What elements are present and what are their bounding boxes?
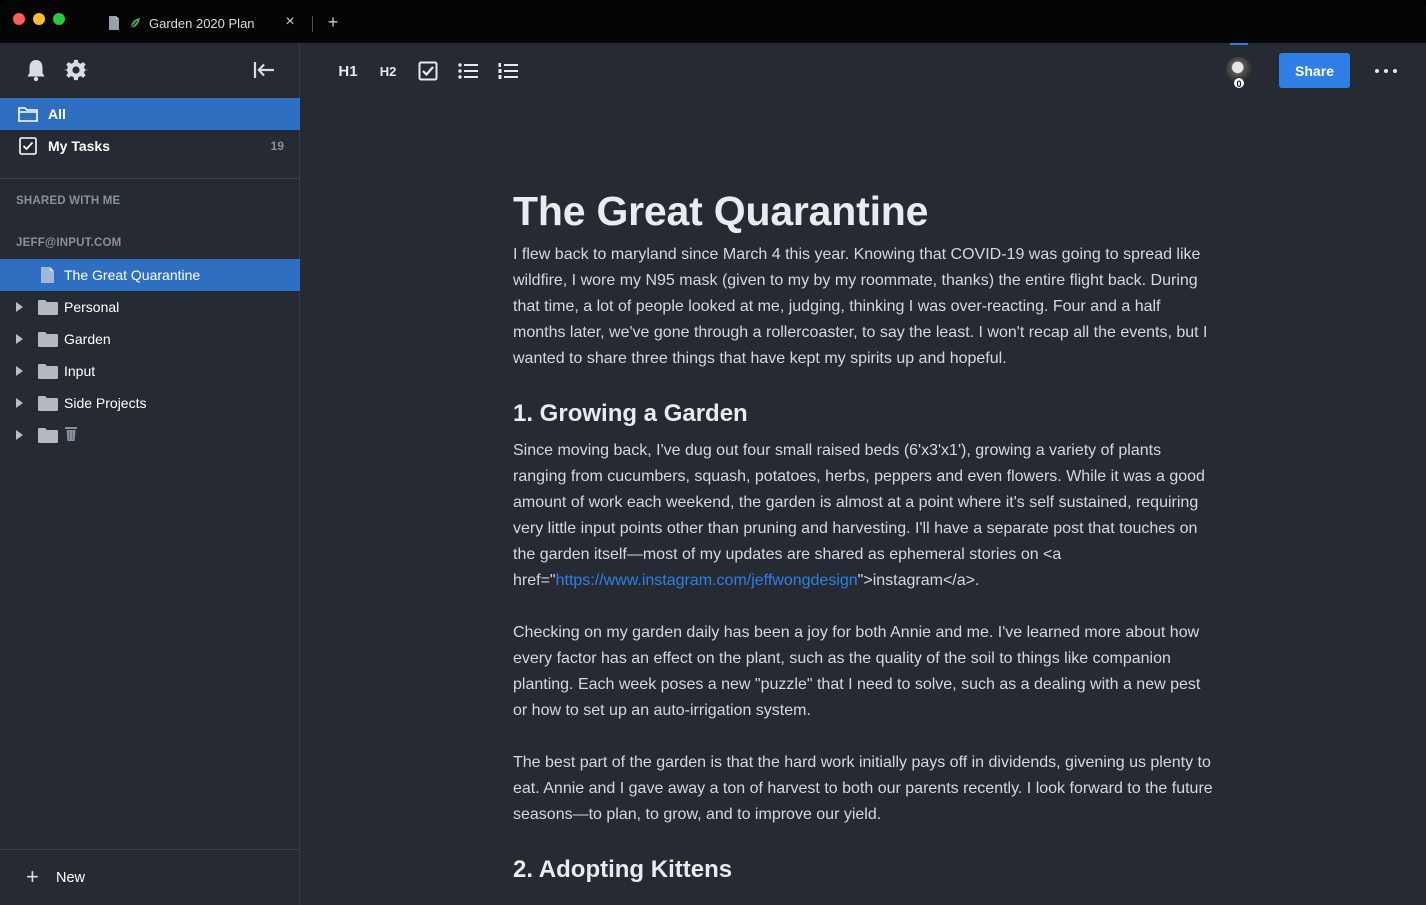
folder-icon — [38, 364, 58, 379]
more-icon-dot — [1375, 69, 1379, 73]
close-window-button[interactable] — [13, 13, 25, 25]
avatar-count-badge: 0 — [1233, 77, 1245, 89]
folder-icon — [38, 396, 58, 411]
checkbox-icon — [19, 137, 37, 155]
tree-item-label: Personal — [64, 299, 120, 315]
bell-icon[interactable] — [25, 58, 47, 82]
checklist-icon — [418, 61, 438, 81]
gear-icon[interactable] — [64, 58, 88, 82]
bullet-list-button[interactable] — [457, 59, 479, 83]
sidebar-divider — [0, 178, 300, 179]
new-tab-button[interactable]: + — [324, 12, 342, 32]
bullet-list-icon — [458, 63, 478, 79]
sidebar-item-my-tasks[interactable]: My Tasks 19 — [0, 130, 300, 162]
tab-garden-2020-plan[interactable]: Garden 2020 Plan × — [98, 8, 304, 38]
more-icon-dot — [1393, 69, 1397, 73]
paragraph-text: Since moving back, I've dug out four sma… — [513, 442, 1205, 589]
sidebar-bottom-divider — [0, 849, 300, 850]
tab-title: Garden 2020 Plan — [149, 15, 255, 31]
document-title[interactable]: The Great Quarantine — [513, 185, 1215, 237]
trash-icon — [65, 427, 77, 441]
document-icon — [41, 267, 54, 283]
checklist-button[interactable] — [417, 59, 439, 83]
maximize-window-button[interactable] — [53, 13, 65, 25]
sidebar-item-all[interactable]: All — [0, 98, 300, 130]
close-tab-icon[interactable]: × — [282, 14, 298, 30]
shared-with-me-heading[interactable]: SHARED WITH ME — [16, 195, 120, 207]
tree-item-personal[interactable]: Personal — [0, 291, 300, 323]
paragraph[interactable]: Checking on my garden daily has been a j… — [513, 620, 1215, 724]
tree-item-label: Input — [64, 363, 96, 379]
document-icon — [109, 16, 119, 30]
plus-icon: + — [26, 864, 39, 889]
tree-item-the-great-quarantine[interactable]: The Great Quarantine — [0, 259, 300, 291]
folder-icon — [18, 107, 38, 122]
folder-icon — [38, 300, 58, 315]
tree-item-side-projects[interactable]: Side Projects — [0, 387, 300, 419]
expand-caret-icon[interactable] — [16, 430, 23, 440]
document-body[interactable]: The Great Quarantine I flew back to mary… — [513, 185, 1215, 885]
instagram-link[interactable]: https://www.instagram.com/jeffwongdesign — [556, 572, 858, 589]
heading2-button[interactable]: H2 — [377, 59, 399, 83]
tree-item-trash[interactable] — [0, 419, 300, 451]
new-document-button[interactable]: + New — [0, 861, 300, 895]
numbered-list-button[interactable] — [497, 59, 519, 83]
expand-caret-icon[interactable] — [16, 366, 23, 376]
paragraph[interactable]: Since moving back, I've dug out four sma… — [513, 438, 1215, 594]
paragraph-text: ">instagram</a>. — [857, 572, 980, 589]
expand-caret-icon[interactable] — [16, 398, 23, 408]
account-heading[interactable]: JEFF@INPUT.COM — [16, 237, 121, 249]
tree-item-label: Side Projects — [64, 395, 147, 411]
sidebar-item-label: All — [48, 106, 66, 122]
sidebar-item-label: My Tasks — [48, 138, 110, 154]
tree-item-label: Garden — [64, 331, 111, 347]
share-button[interactable]: Share — [1279, 53, 1350, 88]
task-count-badge: 19 — [270, 139, 284, 153]
tree-item-label: The Great Quarantine — [64, 267, 201, 283]
expand-caret-icon[interactable] — [16, 302, 23, 312]
app-window: Garden 2020 Plan × + All My Tasks 19 SHA… — [0, 0, 1426, 905]
section-heading[interactable]: 2. Adopting Kittens — [513, 855, 1215, 885]
sidebar: All My Tasks 19 SHARED WITH ME JEFF@INPU… — [0, 43, 300, 905]
new-button-label: New — [56, 870, 86, 886]
tab-divider — [312, 16, 313, 32]
sidebar-header — [0, 43, 300, 99]
section-heading[interactable]: 1. Growing a Garden — [513, 399, 1215, 429]
paragraph[interactable]: The best part of the garden is that the … — [513, 750, 1215, 828]
folder-icon — [38, 428, 58, 443]
expand-caret-icon[interactable] — [16, 334, 23, 344]
title-bar: Garden 2020 Plan × + — [0, 0, 1426, 43]
collapse-sidebar-icon[interactable] — [252, 60, 276, 80]
tree-item-garden[interactable]: Garden — [0, 323, 300, 355]
more-icon-dot — [1384, 69, 1388, 73]
editor-pane: H1 H2 0 Share The Great Quarantine I fle… — [301, 43, 1426, 905]
presence-indicator — [1230, 43, 1248, 45]
folder-icon — [38, 332, 58, 347]
intro-paragraph[interactable]: I flew back to maryland since March 4 th… — [513, 242, 1215, 372]
heading1-button[interactable]: H1 — [337, 59, 359, 83]
minimize-window-button[interactable] — [33, 13, 45, 25]
numbered-list-icon — [498, 63, 518, 79]
tree-item-input[interactable]: Input — [0, 355, 300, 387]
leaf-icon — [130, 18, 140, 29]
more-options-button[interactable] — [1375, 61, 1397, 81]
